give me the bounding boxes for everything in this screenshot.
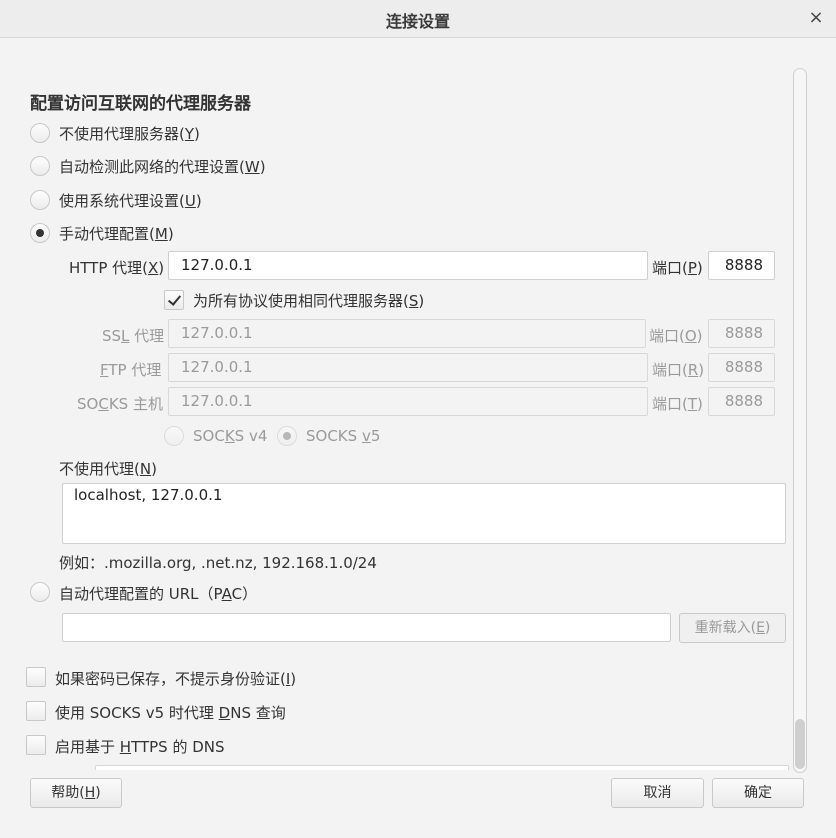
label-socks-dns[interactable]: 使用 SOCKS v5 时代理 DNS 查询: [55, 702, 286, 723]
ssl-proxy-input: 127.0.0.1: [168, 319, 646, 348]
radio-no-proxy[interactable]: [30, 123, 50, 143]
label-socks-v4: SOCKS v4: [193, 427, 268, 445]
label-ftp-proxy: FTP 代理: [100, 361, 162, 379]
doh-url-input-partial[interactable]: [95, 765, 789, 770]
label-auto-detect[interactable]: 自动检测此网络的代理设置(W): [59, 156, 266, 177]
label-socks-host: SOCKS 主机: [77, 395, 163, 413]
label-no-proxy-for: 不使用代理(N): [59, 460, 157, 478]
ftp-port-input: 8888: [708, 353, 775, 382]
label-manual-proxy[interactable]: 手动代理配置(M): [59, 223, 174, 244]
label-dns-over-https[interactable]: 启用基于 HTTPS 的 DNS: [55, 736, 225, 757]
radio-auto-detect[interactable]: [30, 156, 50, 176]
help-button[interactable]: 帮助(H): [30, 778, 122, 808]
http-port-input[interactable]: 8888: [708, 251, 775, 280]
section-heading: 配置访问互联网的代理服务器: [30, 94, 251, 114]
label-ssl-proxy: SSL 代理: [102, 327, 165, 345]
ftp-proxy-input: 127.0.0.1: [168, 353, 648, 382]
label-socks-v5: SOCKS v5: [306, 427, 381, 445]
scrollbar-thumb[interactable]: [795, 719, 805, 769]
http-proxy-input[interactable]: 127.0.0.1: [168, 251, 648, 280]
socks-port-input: 8888: [708, 387, 775, 416]
label-system-proxy[interactable]: 使用系统代理设置(U): [59, 190, 202, 211]
scrollbar[interactable]: [793, 68, 807, 773]
label-socks-port: 端口(T): [652, 395, 703, 413]
ok-button[interactable]: 确定: [712, 778, 804, 808]
cancel-button[interactable]: 取消: [611, 778, 704, 808]
checkbox-dns-over-https[interactable]: [26, 735, 46, 755]
checkbox-no-auth-prompt[interactable]: [26, 667, 46, 687]
checkbox-same-proxy[interactable]: [164, 290, 184, 310]
radio-socks-v4: [164, 426, 184, 446]
checkbox-socks-dns[interactable]: [26, 701, 46, 721]
label-same-proxy[interactable]: 为所有协议使用相同代理服务器(S): [193, 290, 424, 311]
no-proxy-example: 例如：.mozilla.org, .net.nz, 192.168.1.0/24: [59, 554, 377, 572]
title-bar: 连接设置 ×: [0, 0, 836, 38]
socks-host-input: 127.0.0.1: [168, 387, 648, 416]
label-http-port: 端口(P): [652, 259, 703, 277]
label-no-auth-prompt[interactable]: 如果密码已保存，不提示身份验证(I): [55, 668, 296, 689]
label-pac-url[interactable]: 自动代理配置的 URL（PAC）: [59, 583, 257, 604]
label-ssl-port: 端口(O): [649, 327, 703, 345]
label-ftp-port: 端口(R): [652, 361, 705, 379]
radio-system-proxy[interactable]: [30, 190, 50, 210]
no-proxy-textarea[interactable]: localhost, 127.0.0.1: [62, 483, 786, 544]
window-title: 连接设置: [385, 12, 450, 31]
radio-socks-v5: [277, 426, 297, 446]
label-http-proxy: HTTP 代理(X): [69, 259, 165, 277]
reload-button[interactable]: 重新载入(E): [679, 613, 786, 643]
ssl-port-input: 8888: [708, 319, 775, 348]
radio-manual-proxy[interactable]: [30, 223, 50, 243]
pac-url-input[interactable]: [62, 613, 671, 642]
dialog-content: 配置访问互联网的代理服务器 不使用代理服务器(Y) 自动检测此网络的代理设置(W…: [0, 39, 836, 770]
label-no-proxy[interactable]: 不使用代理服务器(Y): [59, 123, 200, 144]
close-icon[interactable]: ×: [804, 6, 828, 30]
radio-pac-url[interactable]: [30, 582, 50, 602]
